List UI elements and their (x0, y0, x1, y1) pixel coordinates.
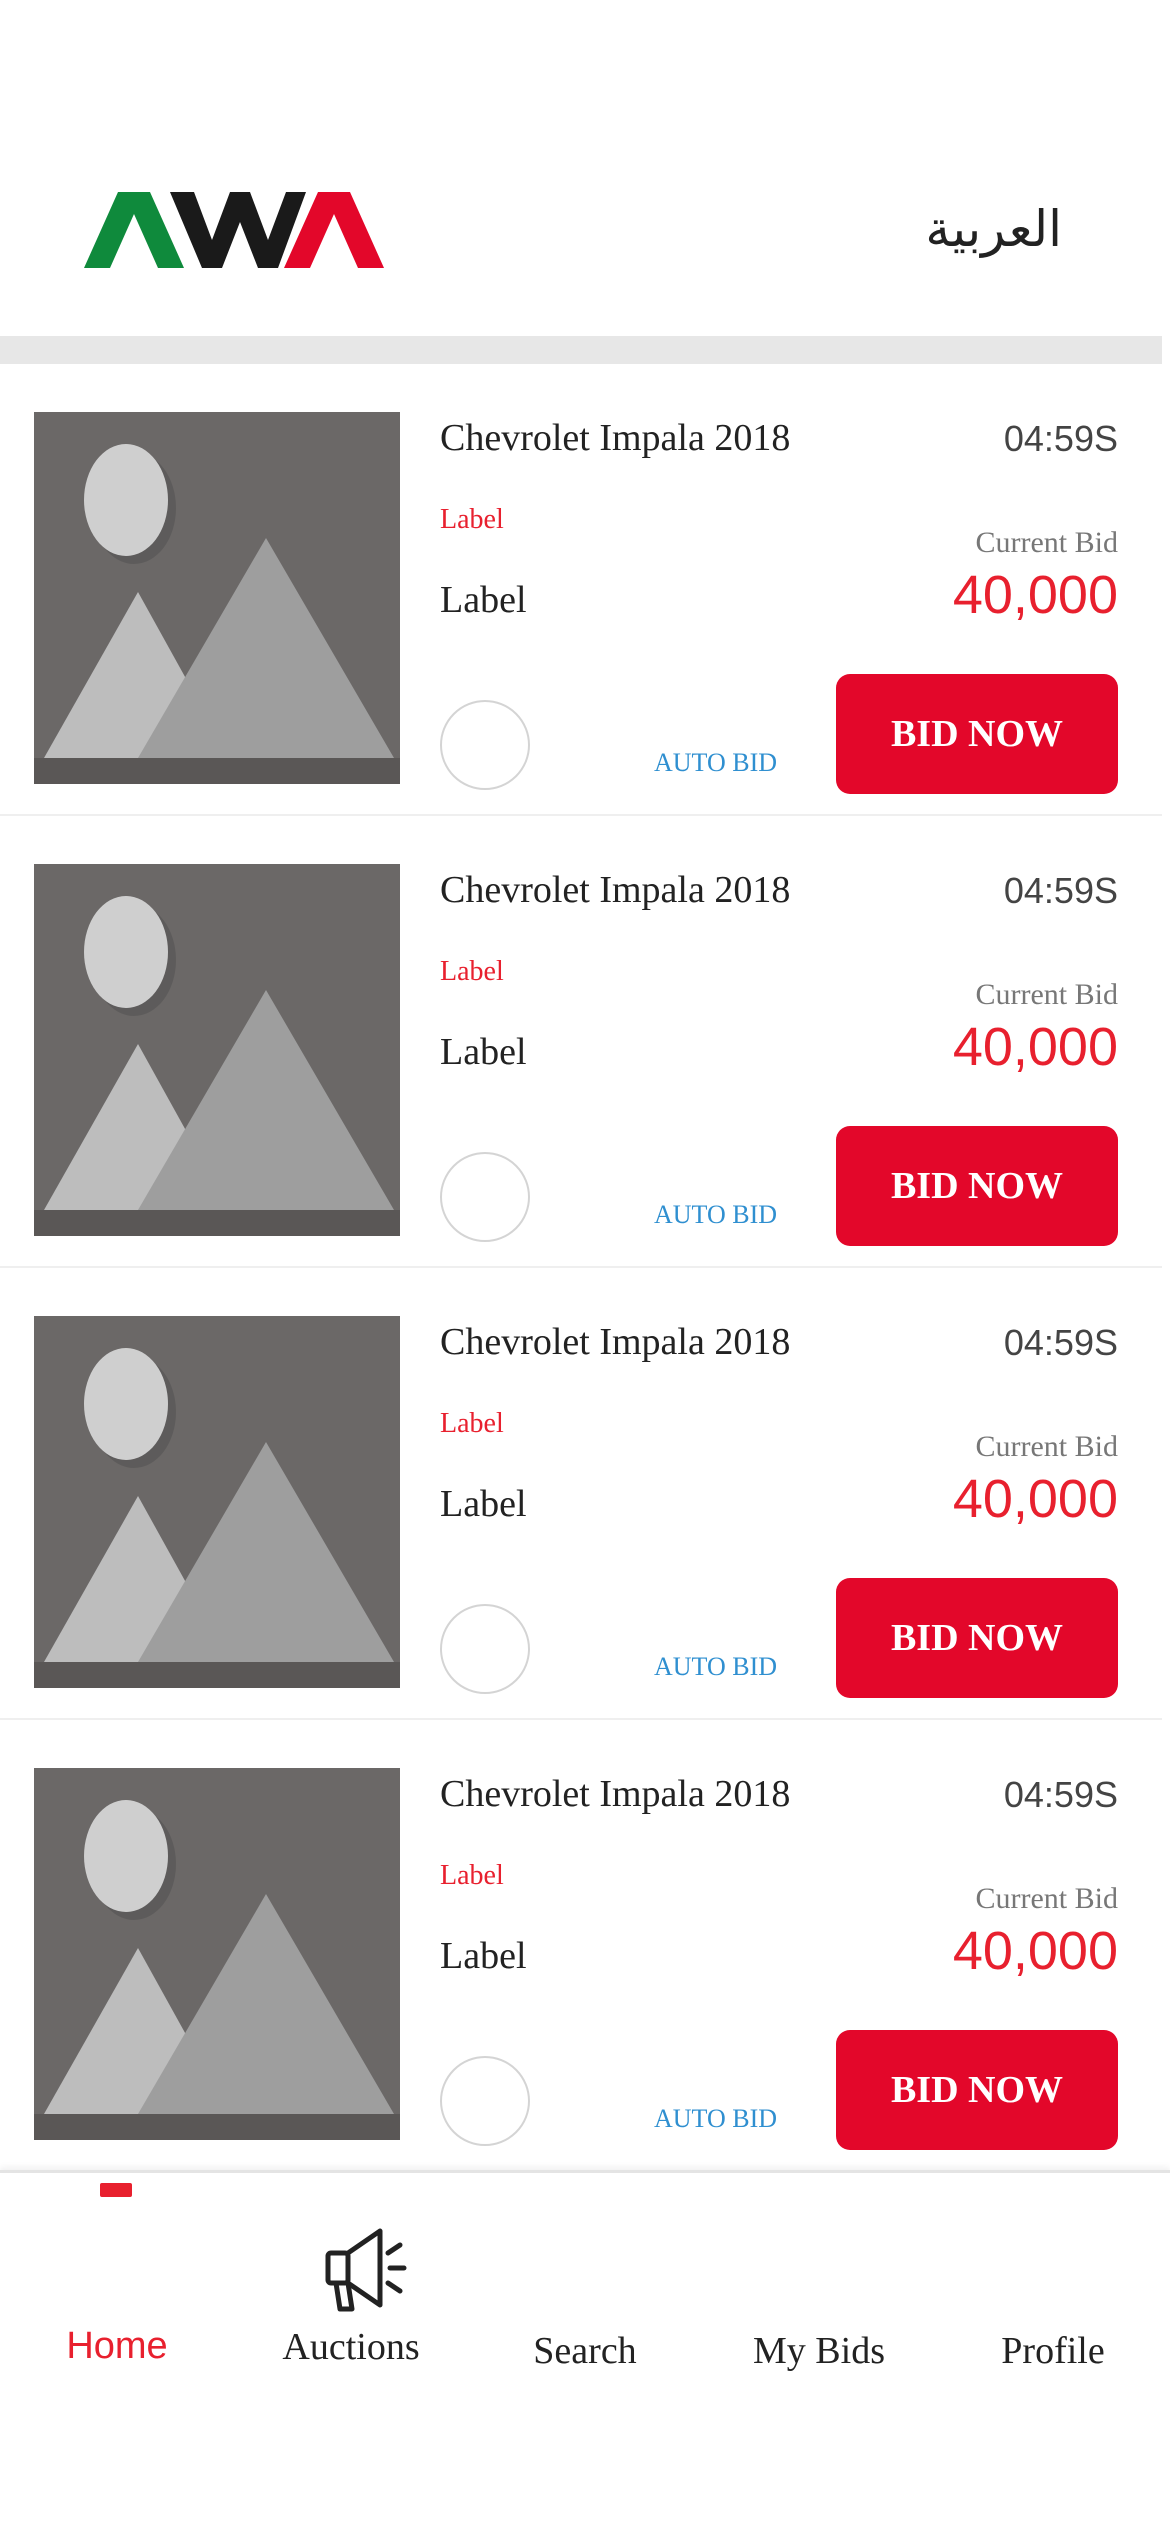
current-bid-caption: Current Bid (975, 526, 1119, 559)
current-bid-caption: Current Bid (975, 1882, 1119, 1915)
image-placeholder-icon (34, 864, 400, 1236)
bid-now-button[interactable]: BID NOW (836, 674, 1118, 794)
auto-bid-toggle[interactable] (440, 1152, 530, 1242)
car-title: Chevrolet Impala 2018 (440, 1321, 791, 1363)
nav-search[interactable]: Search (468, 2203, 702, 2372)
car-title: Chevrolet Impala 2018 (440, 869, 791, 911)
nav-auctions-label: Auctions (282, 2326, 420, 2368)
status-label: Label (440, 504, 504, 535)
awa-logo (84, 192, 384, 268)
current-bid-amount: 40,000 (952, 565, 1118, 625)
countdown-timer: 04:59S (1003, 870, 1118, 911)
countdown-timer: 04:59S (1003, 1322, 1118, 1363)
bottom-navigation: Home Auctions Search My Bids Profile (0, 2170, 1170, 2532)
auto-bid-link[interactable]: AUTO BID (654, 748, 777, 778)
nav-my-bids-label: My Bids (753, 2330, 885, 2372)
detail-label: Label (440, 579, 527, 621)
countdown-timer: 04:59S (1003, 418, 1118, 459)
car-title: Chevrolet Impala 2018 (440, 1773, 791, 1815)
auto-bid-link[interactable]: AUTO BID (654, 2104, 777, 2134)
current-bid-amount: 40,000 (952, 1921, 1118, 1981)
auto-bid-toggle[interactable] (440, 2056, 530, 2146)
nav-search-label: Search (533, 2330, 637, 2372)
header-divider (0, 336, 1162, 364)
nav-profile-label: Profile (1001, 2330, 1105, 2372)
app-header: العربية (0, 0, 1170, 336)
auction-list: Chevrolet Impala 2018 04:59S Label Label… (0, 364, 1162, 2172)
current-bid-caption: Current Bid (975, 1430, 1119, 1463)
nav-auctions[interactable]: Auctions (234, 2203, 468, 2368)
image-placeholder-icon (34, 412, 400, 784)
nav-profile[interactable]: Profile (936, 2203, 1170, 2372)
detail-label: Label (440, 1483, 527, 1525)
nav-my-bids[interactable]: My Bids (702, 2203, 936, 2372)
auto-bid-link[interactable]: AUTO BID (654, 1200, 777, 1230)
language-switch[interactable]: العربية (925, 200, 1062, 258)
auction-card[interactable]: Chevrolet Impala 2018 04:59S Label Label… (0, 364, 1162, 816)
nav-home-label: Home (66, 2325, 168, 2367)
detail-label: Label (440, 1031, 527, 1073)
current-bid-caption: Current Bid (975, 978, 1119, 1011)
auto-bid-link[interactable]: AUTO BID (654, 1652, 777, 1682)
status-label: Label (440, 1408, 504, 1439)
auction-card[interactable]: Chevrolet Impala 2018 04:59S Label Label… (0, 816, 1162, 1268)
auction-card[interactable]: Chevrolet Impala 2018 04:59S Label Label… (0, 1268, 1162, 1720)
status-label: Label (440, 1860, 504, 1891)
auto-bid-toggle[interactable] (440, 700, 530, 790)
megaphone-icon (325, 2228, 407, 2312)
status-label: Label (440, 956, 504, 987)
bid-now-button[interactable]: BID NOW (836, 1126, 1118, 1246)
active-tab-indicator (100, 2183, 132, 2197)
image-placeholder-icon (34, 1316, 400, 1688)
auction-card[interactable]: Chevrolet Impala 2018 04:59S Label Label… (0, 1720, 1162, 2172)
current-bid-amount: 40,000 (952, 1469, 1118, 1529)
image-placeholder-icon (34, 1768, 400, 2140)
countdown-timer: 04:59S (1003, 1774, 1118, 1815)
bid-now-button[interactable]: BID NOW (836, 2030, 1118, 2150)
nav-home[interactable]: Home (0, 2203, 234, 2367)
car-title: Chevrolet Impala 2018 (440, 417, 791, 459)
bid-now-button[interactable]: BID NOW (836, 1578, 1118, 1698)
auto-bid-toggle[interactable] (440, 1604, 530, 1694)
current-bid-amount: 40,000 (952, 1017, 1118, 1077)
detail-label: Label (440, 1935, 527, 1977)
